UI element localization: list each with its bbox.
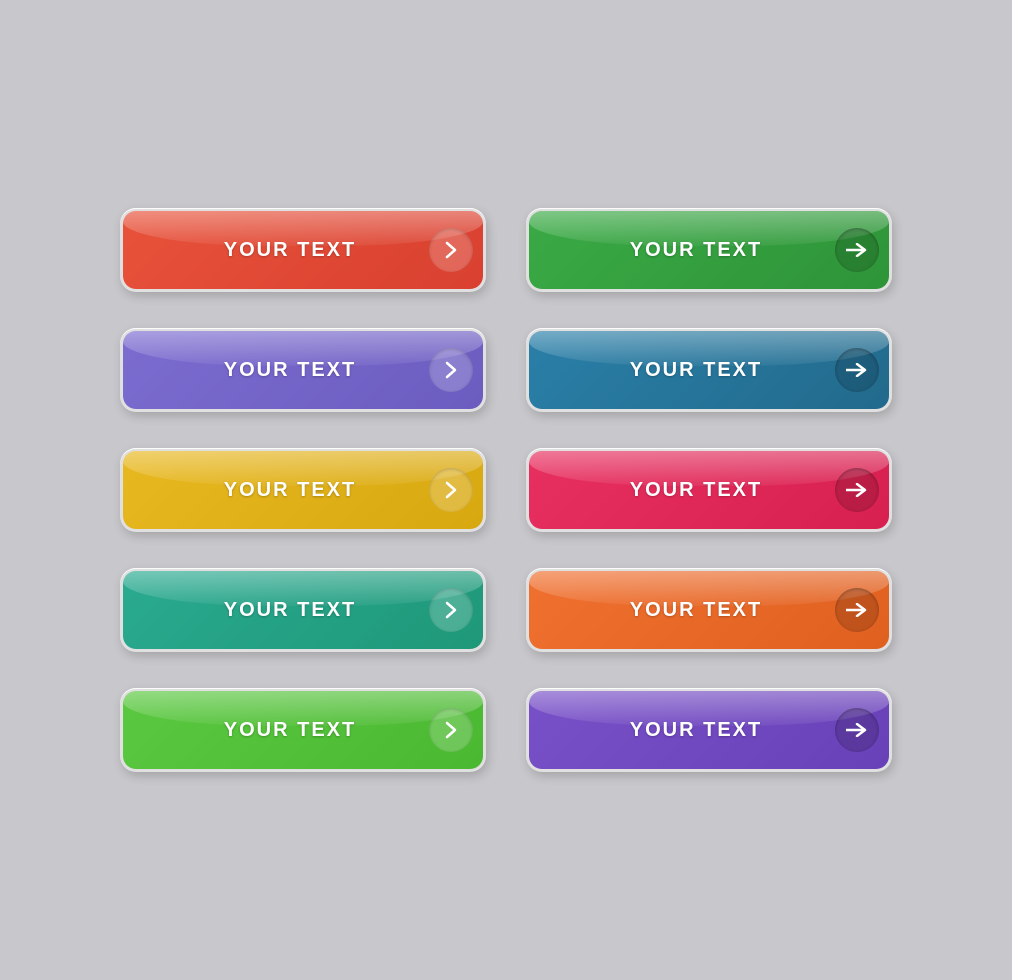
btn-lime-label: YOUR TEXT: [151, 719, 429, 742]
btn-green-wrap: YOUR TEXT: [526, 208, 892, 292]
btn-purple-wrap: YOUR TEXT: [120, 328, 486, 412]
btn-lime[interactable]: YOUR TEXT: [123, 691, 483, 769]
btn-yellow[interactable]: YOUR TEXT: [123, 451, 483, 529]
btn-pink-label: YOUR TEXT: [557, 479, 835, 502]
btn-orange-label: YOUR TEXT: [557, 599, 835, 622]
btn-indigo-wrap: YOUR TEXT: [526, 688, 892, 772]
btn-pink-wrap: YOUR TEXT: [526, 448, 892, 532]
btn-red-wrap: YOUR TEXT: [120, 208, 486, 292]
btn-pink-icon: [835, 468, 879, 512]
btn-lime-wrap: YOUR TEXT: [120, 688, 486, 772]
btn-teal-wrap: YOUR TEXT: [526, 328, 892, 412]
btn-lime-icon: [429, 708, 473, 752]
btn-teal[interactable]: YOUR TEXT: [529, 331, 889, 409]
button-grid: YOUR TEXT YOUR TEXT YOUR TEXT YOUR TEXT …: [80, 168, 932, 812]
btn-green-label: YOUR TEXT: [557, 239, 835, 262]
btn-yellow-icon: [429, 468, 473, 512]
btn-green[interactable]: YOUR TEXT: [529, 211, 889, 289]
btn-red-label: YOUR TEXT: [151, 239, 429, 262]
btn-cyan-wrap: YOUR TEXT: [120, 568, 486, 652]
btn-purple[interactable]: YOUR TEXT: [123, 331, 483, 409]
btn-green-icon: [835, 228, 879, 272]
btn-indigo-label: YOUR TEXT: [557, 719, 835, 742]
btn-purple-label: YOUR TEXT: [151, 359, 429, 382]
btn-pink[interactable]: YOUR TEXT: [529, 451, 889, 529]
btn-cyan[interactable]: YOUR TEXT: [123, 571, 483, 649]
btn-red[interactable]: YOUR TEXT: [123, 211, 483, 289]
btn-orange-icon: [835, 588, 879, 632]
btn-cyan-icon: [429, 588, 473, 632]
btn-teal-label: YOUR TEXT: [557, 359, 835, 382]
btn-orange-wrap: YOUR TEXT: [526, 568, 892, 652]
btn-yellow-wrap: YOUR TEXT: [120, 448, 486, 532]
btn-orange[interactable]: YOUR TEXT: [529, 571, 889, 649]
btn-cyan-label: YOUR TEXT: [151, 599, 429, 622]
btn-indigo[interactable]: YOUR TEXT: [529, 691, 889, 769]
btn-indigo-icon: [835, 708, 879, 752]
btn-teal-icon: [835, 348, 879, 392]
btn-yellow-label: YOUR TEXT: [151, 479, 429, 502]
btn-purple-icon: [429, 348, 473, 392]
btn-red-icon: [429, 228, 473, 272]
